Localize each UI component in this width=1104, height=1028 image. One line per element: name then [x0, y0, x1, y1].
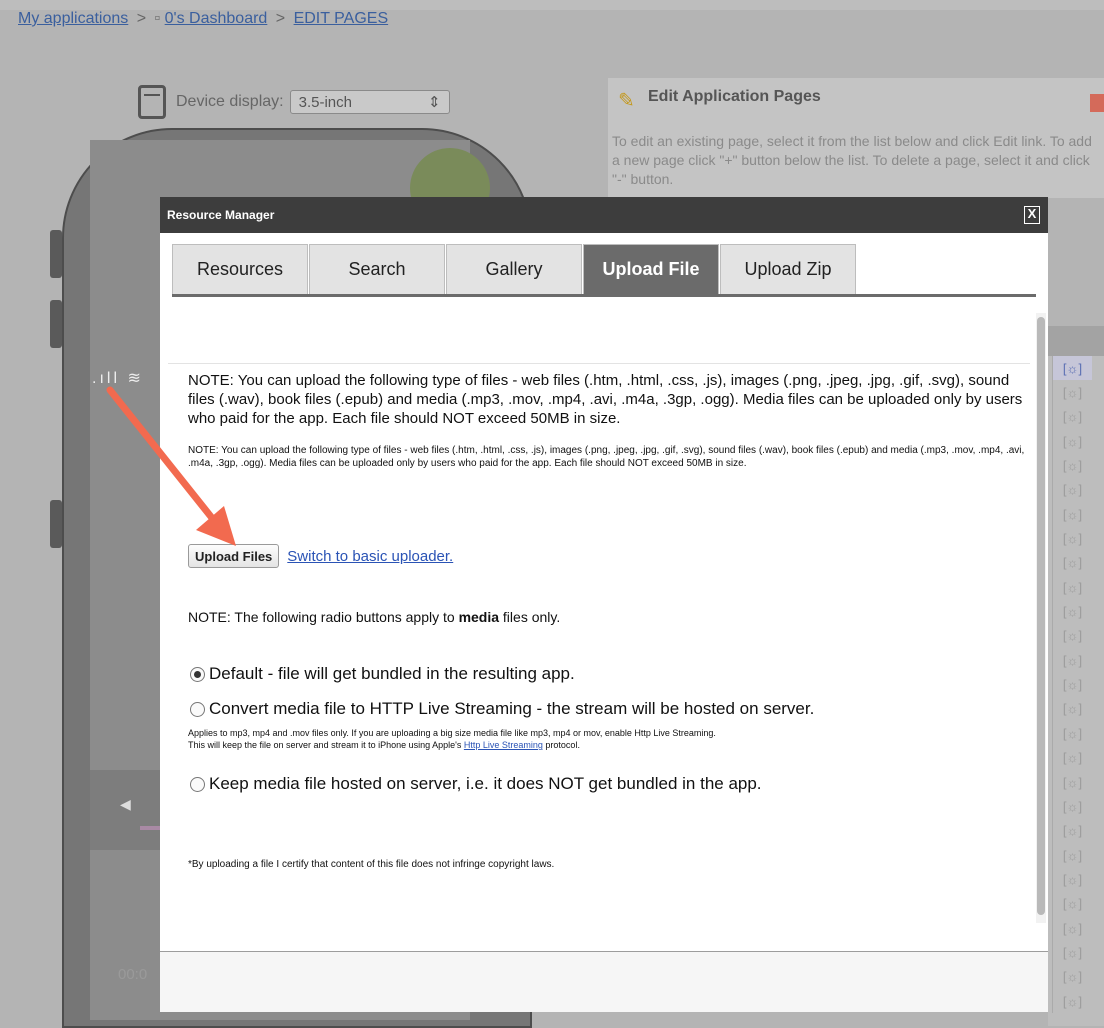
- gear-icon[interactable]: [☼]: [1052, 599, 1092, 624]
- device-display-label: Device display:: [176, 93, 284, 110]
- radio-hls-label: Convert media file to HTTP Live Streamin…: [209, 699, 815, 718]
- gear-icon[interactable]: [☼]: [1052, 915, 1092, 941]
- radio-default-label: Default - file will get bundled in the r…: [209, 664, 575, 683]
- top-strip: [0, 0, 1104, 10]
- gear-icon[interactable]: [☼]: [1052, 769, 1092, 795]
- gear-icon[interactable]: [☼]: [1052, 429, 1092, 454]
- signal-wifi-icon: .ıll ≋: [92, 370, 144, 387]
- page-list-gears: [☼] [☼] [☼] [☼] [☼] [☼] [☼] [☼] [☼] [☼] [☼] [☼] [☼][…: [1052, 356, 1092, 1014]
- edit-pages-title: Edit Application Pages: [648, 88, 821, 105]
- edit-pages-panel: ✎ Edit Application Pages To edit an exis…: [608, 78, 1104, 198]
- radio-default[interactable]: [190, 666, 205, 682]
- gear-icon[interactable]: [☼]: [1052, 404, 1092, 430]
- content-divider: [168, 363, 1030, 364]
- gear-icon[interactable]: [☼]: [1052, 356, 1092, 381]
- app-square-icon: ▫: [154, 10, 161, 27]
- close-icon[interactable]: X: [1024, 206, 1040, 224]
- gear-icon[interactable]: [☼]: [1052, 526, 1092, 551]
- hls-help-line2: This will keep the file on server and st…: [188, 739, 1028, 751]
- gear-icon[interactable]: [☼]: [1052, 818, 1092, 843]
- hls-help-suffix: protocol.: [542, 740, 580, 750]
- breadcrumb-my-applications[interactable]: My applications: [18, 10, 128, 27]
- scrollbar-thumb[interactable]: [1037, 317, 1045, 915]
- hls-help-prefix: This will keep the file on server and st…: [188, 740, 464, 750]
- radio-note-bold: media: [458, 609, 500, 625]
- copyright-certify: *By uploading a file I certify that cont…: [188, 859, 555, 870]
- tab-upload-zip[interactable]: Upload Zip: [720, 244, 856, 294]
- device-display-select[interactable]: 3.5-inch ⇕: [289, 90, 450, 114]
- hls-help-line1: Applies to mp3, mp4 and .mov files only.…: [188, 728, 716, 738]
- gear-icon[interactable]: [☼]: [1052, 477, 1092, 503]
- tab-search[interactable]: Search: [309, 244, 445, 294]
- resource-manager-dialog: Resource Manager X Resources Search Gall…: [160, 197, 1048, 1012]
- gear-icon[interactable]: [☼]: [1052, 453, 1092, 478]
- radio-hls[interactable]: [190, 701, 205, 717]
- radio-keep[interactable]: [190, 776, 205, 792]
- device-icon: [138, 85, 166, 119]
- gear-icon[interactable]: [☼]: [1052, 623, 1092, 649]
- radio-option-default[interactable]: Default - file will get bundled in the r…: [190, 664, 575, 684]
- gear-icon[interactable]: [☼]: [1052, 721, 1092, 746]
- gear-icon[interactable]: [☼]: [1052, 794, 1092, 819]
- gear-icon[interactable]: [☼]: [1052, 745, 1092, 770]
- gear-icon[interactable]: [☼]: [1052, 502, 1092, 527]
- gear-icon[interactable]: [☼]: [1052, 867, 1092, 892]
- upload-files-button[interactable]: Upload Files: [188, 544, 280, 568]
- phone-side-button: [50, 230, 62, 278]
- dialog-footer: [160, 952, 1048, 1012]
- phone-side-button: [50, 300, 62, 348]
- http-live-streaming-link[interactable]: Http Live Streaming: [464, 740, 543, 750]
- gear-icon[interactable]: [☼]: [1052, 891, 1092, 916]
- tab-resources[interactable]: Resources: [172, 244, 308, 294]
- speaker-icon: ◀: [120, 796, 131, 812]
- radio-note-prefix: NOTE: The following radio buttons apply …: [188, 609, 459, 625]
- content-scrollbar[interactable]: [1036, 313, 1046, 923]
- help-icon: [1090, 94, 1104, 112]
- dialog-titlebar: Resource Manager X: [160, 197, 1048, 233]
- breadcrumb: My applications > ▫ 0's Dashboard > EDIT…: [18, 10, 388, 28]
- radio-keep-label: Keep media file hosted on server, i.e. i…: [209, 774, 762, 793]
- hls-help-text: Applies to mp3, mp4 and .mov files only.…: [188, 727, 1028, 751]
- gear-icon[interactable]: [☼]: [1052, 550, 1092, 576]
- device-display-row: Device display: 3.5-inch ⇕: [138, 84, 450, 120]
- radio-note-suffix: files only.: [499, 609, 561, 625]
- tab-upload-file[interactable]: Upload File: [583, 244, 719, 294]
- dialog-title: Resource Manager: [167, 208, 275, 222]
- upload-note: NOTE: You can upload the following type …: [188, 372, 1023, 427]
- switch-basic-uploader-link[interactable]: Switch to basic uploader.: [287, 548, 453, 565]
- upload-row: Upload Files Switch to basic uploader.: [188, 544, 453, 568]
- breadcrumb-dashboard[interactable]: 0's Dashboard: [165, 10, 268, 27]
- radio-option-keep[interactable]: Keep media file hosted on server, i.e. i…: [190, 774, 762, 794]
- tab-underline: [172, 294, 1036, 297]
- gear-icon[interactable]: [☼]: [1052, 696, 1092, 722]
- media-time: 00:0: [118, 966, 148, 983]
- gear-icon[interactable]: [☼]: [1052, 380, 1092, 405]
- tab-bar: Resources Search Gallery Upload File Upl…: [172, 244, 857, 294]
- gear-icon[interactable]: [☼]: [1052, 672, 1092, 697]
- gear-icon[interactable]: [☼]: [1052, 964, 1092, 989]
- page-list-header: [1048, 326, 1104, 356]
- gear-icon[interactable]: [☼]: [1052, 842, 1092, 868]
- tab-gallery[interactable]: Gallery: [446, 244, 582, 294]
- gear-icon[interactable]: [☼]: [1052, 988, 1092, 1014]
- edit-pages-description: To edit an existing page, select it from…: [612, 133, 1092, 187]
- gear-icon[interactable]: [☼]: [1052, 940, 1092, 965]
- phone-side-button: [50, 500, 62, 548]
- pencil-icon: ✎: [618, 90, 635, 112]
- radio-note: NOTE: The following radio buttons apply …: [188, 609, 560, 625]
- gear-icon[interactable]: [☼]: [1052, 648, 1092, 673]
- radio-option-hls[interactable]: Convert media file to HTTP Live Streamin…: [190, 699, 814, 719]
- breadcrumb-separator: >: [275, 10, 286, 27]
- gear-icon[interactable]: [☼]: [1052, 575, 1092, 600]
- breadcrumb-edit-pages[interactable]: EDIT PAGES: [294, 10, 389, 27]
- breadcrumb-separator: >: [136, 10, 147, 27]
- device-display-value: 3.5-inch: [298, 93, 352, 111]
- select-arrows-icon: ⇕: [428, 94, 441, 111]
- upload-note-small: NOTE: You can upload the following type …: [188, 445, 1025, 469]
